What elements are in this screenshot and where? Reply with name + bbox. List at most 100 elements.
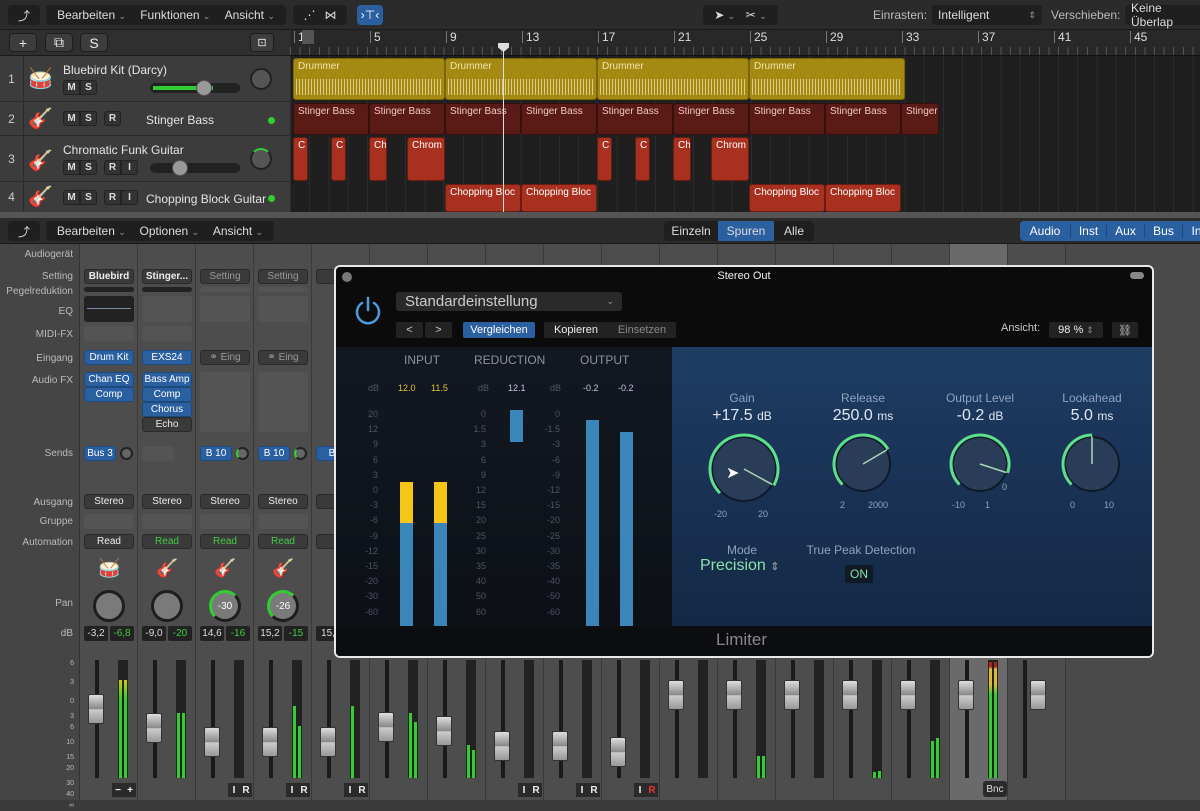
guitar-region[interactable]: Ch: [369, 137, 387, 181]
minus-button[interactable]: −: [112, 783, 124, 797]
pan-knob[interactable]: [250, 148, 272, 170]
input-monitor-button[interactable]: I: [344, 783, 356, 797]
bounce-button[interactable]: Bnc: [983, 781, 1007, 797]
volume-fader[interactable]: [436, 716, 452, 746]
setting-button[interactable]: Stinger...: [142, 269, 192, 284]
volume-fader[interactable]: [378, 712, 394, 742]
bar-ruler[interactable]: 1 5 9 13 17 21 25 29 33 37 41 45: [290, 30, 1200, 56]
solo-button[interactable]: S: [80, 160, 97, 175]
link-button[interactable]: ⛓: [1112, 322, 1138, 338]
bass-region[interactable]: Stinger Bass: [825, 103, 901, 135]
eq-thumbnail[interactable]: [142, 296, 192, 322]
volume-fader[interactable]: [1030, 680, 1046, 710]
bass-region[interactable]: Stinger Bass: [673, 103, 749, 135]
record-enable-button[interactable]: R: [298, 783, 310, 797]
audio-fx-slot[interactable]: Chan EQ: [84, 372, 134, 387]
bass-region[interactable]: Stinger: [901, 103, 939, 135]
drummer-region[interactable]: Drummer: [293, 58, 445, 100]
previous-preset-button[interactable]: <: [396, 322, 423, 338]
automation-mode[interactable]: Read: [84, 534, 134, 549]
mute-button[interactable]: M: [63, 80, 80, 95]
crossfade-icon[interactable]: ⋈: [325, 8, 337, 22]
track-row[interactable]: 4 🎸 M S R I Chopping Block Guitar: [0, 182, 290, 212]
track-row[interactable]: 3 🎸 Chromatic Funk Guitar M S R I: [0, 136, 290, 182]
bass-region[interactable]: Stinger Bass: [445, 103, 521, 135]
copy-button[interactable]: Kopieren: [544, 322, 608, 338]
global-solo-button[interactable]: S: [80, 33, 108, 52]
volume-fader[interactable]: [900, 680, 916, 710]
catch-region-button[interactable]: ⊡: [250, 33, 274, 52]
output-slot[interactable]: Stereo: [258, 494, 308, 509]
send-slot[interactable]: B 10: [200, 446, 232, 461]
solo-button[interactable]: S: [80, 80, 97, 95]
mode-select[interactable]: Precision ⇕: [700, 557, 779, 575]
volume-fader[interactable]: [784, 680, 800, 710]
mixer-menu-optionen[interactable]: Optionen ⌄: [140, 224, 200, 238]
group-slot[interactable]: [142, 514, 192, 529]
setting-button[interactable]: Setting: [258, 269, 308, 284]
input-slot[interactable]: Drum Kit: [84, 350, 134, 365]
audio-fx-slot[interactable]: Comp: [142, 387, 192, 402]
mute-button[interactable]: M: [63, 190, 80, 205]
send-slot[interactable]: Bus 3: [84, 446, 116, 461]
guitar-region[interactable]: Ch: [673, 137, 691, 181]
record-enable-button[interactable]: R: [530, 783, 542, 797]
bass-region[interactable]: Stinger Bass: [749, 103, 825, 135]
guitar-region[interactable]: C: [293, 137, 308, 181]
chopping-region[interactable]: Chopping Bloc: [825, 184, 901, 212]
peak-db-readout[interactable]: -20: [168, 626, 192, 641]
volume-fader[interactable]: [88, 694, 104, 724]
record-enable-button[interactable]: R: [240, 783, 252, 797]
volume-db-readout[interactable]: -9,0: [142, 626, 166, 641]
solo-button[interactable]: S: [80, 111, 97, 126]
pointer-tool-icon[interactable]: ➤ ⌄: [714, 8, 735, 22]
plus-button[interactable]: +: [124, 783, 136, 797]
window-collapse-button[interactable]: [1130, 272, 1144, 279]
scissors-tool-icon[interactable]: ✂ ⌄: [746, 8, 767, 22]
bass-region[interactable]: Stinger Bass: [597, 103, 673, 135]
input-slot[interactable]: EXS24: [142, 350, 192, 365]
next-preset-button[interactable]: >: [425, 322, 452, 338]
view-alle[interactable]: Alle: [774, 224, 814, 238]
audio-fx-slot[interactable]: Echo: [142, 417, 192, 432]
volume-fader[interactable]: [726, 680, 742, 710]
back-button[interactable]: ⤴: [8, 5, 40, 25]
power-icon[interactable]: [352, 295, 384, 327]
input-slot[interactable]: ⚭ Eing: [258, 350, 308, 365]
volume-fader[interactable]: [204, 727, 220, 757]
mixer-menu-bearbeiten[interactable]: Bearbeiten ⌄: [57, 224, 126, 238]
volume-db-readout[interactable]: 14,6: [200, 626, 224, 641]
guitar-region[interactable]: Chrom: [711, 137, 749, 181]
group-slot[interactable]: [84, 514, 134, 529]
volume-fader[interactable]: [552, 731, 568, 761]
gain-knob[interactable]: [704, 429, 784, 509]
group-slot[interactable]: [200, 514, 250, 529]
drummer-region[interactable]: Drummer: [749, 58, 905, 100]
record-enable-button[interactable]: R: [356, 783, 368, 797]
add-track-button[interactable]: +: [9, 33, 37, 52]
snap-select[interactable]: Intelligent ⇕: [932, 5, 1042, 25]
volume-slider[interactable]: [150, 160, 240, 176]
setting-button[interactable]: Bluebird: [84, 269, 134, 284]
mute-button[interactable]: M: [63, 111, 80, 126]
bass-region[interactable]: Stinger Bass: [369, 103, 445, 135]
pan-knob[interactable]: [250, 68, 272, 90]
filter-aux[interactable]: Aux: [1106, 224, 1144, 238]
automation-mode[interactable]: Read: [258, 534, 308, 549]
bass-region[interactable]: Stinger Bass: [293, 103, 369, 135]
record-enable-button[interactable]: R: [104, 111, 121, 126]
send-slot[interactable]: B 10: [258, 446, 290, 461]
record-enable-button[interactable]: R: [104, 160, 121, 175]
mute-button[interactable]: M: [63, 160, 80, 175]
peak-db-readout[interactable]: -15: [284, 626, 308, 641]
menu-bearbeiten[interactable]: Bearbeiten ⌄: [57, 8, 126, 22]
filter-bus[interactable]: Bus: [1144, 224, 1182, 238]
track-row[interactable]: 2 🎸 M S R Stinger Bass: [0, 102, 290, 136]
record-enable-button[interactable]: R: [104, 190, 121, 205]
volume-fader[interactable]: [146, 713, 162, 743]
pan-knob[interactable]: [93, 590, 125, 622]
automation-mode[interactable]: Read: [142, 534, 192, 549]
automation-curve-icon[interactable]: ⋰: [304, 8, 316, 22]
send-level-knob[interactable]: [120, 447, 133, 460]
input-monitor-button[interactable]: I: [121, 190, 138, 205]
